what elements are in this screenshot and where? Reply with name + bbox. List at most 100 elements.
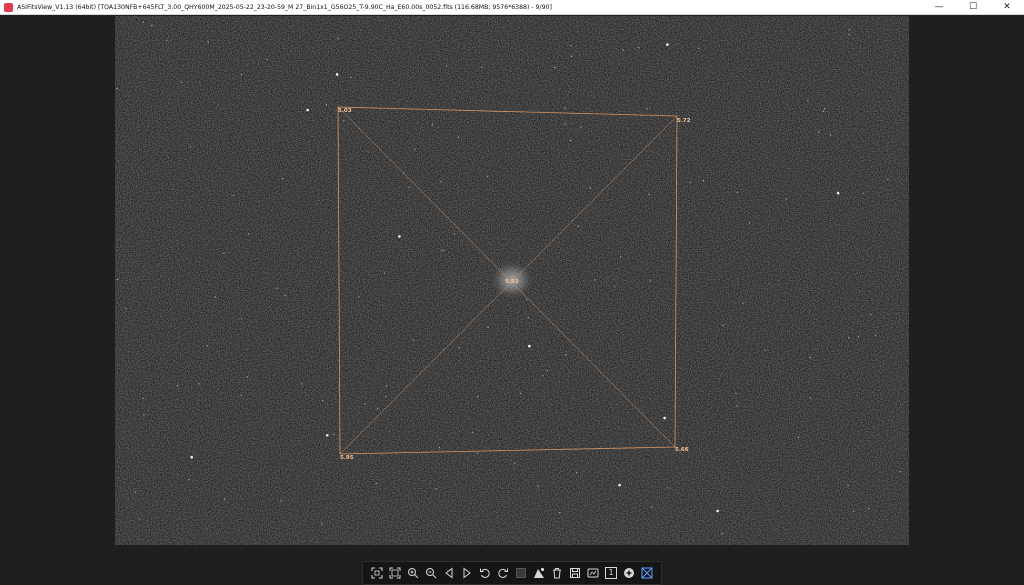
previous-image-button[interactable] <box>441 564 458 582</box>
zoom-out-button[interactable] <box>423 564 440 582</box>
title-bar[interactable]: ASIFitsView_V1.13 (64bit) [TOA130NFB+645… <box>0 0 1024 15</box>
star <box>537 485 539 487</box>
star <box>487 326 489 328</box>
minimize-button[interactable]: — <box>922 0 956 15</box>
star <box>576 472 578 474</box>
rotate-right-button[interactable] <box>495 564 512 582</box>
star <box>198 383 200 385</box>
star <box>698 47 700 49</box>
window-title: ASIFitsView_V1.13 (64bit) [TOA130NFB+645… <box>17 3 552 11</box>
star <box>618 483 621 487</box>
star <box>337 37 339 39</box>
star <box>232 194 234 196</box>
star <box>458 347 460 349</box>
export-icon <box>587 568 599 578</box>
star <box>797 436 800 438</box>
star <box>559 512 561 514</box>
star <box>180 81 182 83</box>
rotate-right-icon <box>498 568 508 578</box>
one-to-one-icon: 1 <box>605 567 617 579</box>
star <box>722 324 724 326</box>
star <box>887 178 889 180</box>
star-detect-button[interactable] <box>621 564 638 582</box>
hfr-map-button[interactable] <box>639 564 656 582</box>
histogram-button[interactable] <box>531 564 548 582</box>
fit-to-window-button[interactable] <box>369 564 386 582</box>
star <box>207 41 209 43</box>
star <box>321 523 323 525</box>
star <box>836 191 840 195</box>
star <box>398 235 401 238</box>
star <box>622 49 624 51</box>
star <box>481 66 483 68</box>
star <box>570 55 572 58</box>
star <box>435 488 437 490</box>
star <box>580 126 582 128</box>
star <box>240 73 243 76</box>
one-to-one-button[interactable]: 1 <box>603 564 620 582</box>
star <box>749 222 751 224</box>
star <box>457 136 459 138</box>
maximize-button[interactable]: ☐ <box>956 0 990 15</box>
star <box>375 482 377 484</box>
actual-size-button[interactable] <box>387 564 404 582</box>
star <box>666 43 669 46</box>
star <box>151 24 153 26</box>
star <box>564 123 566 125</box>
star <box>322 400 324 402</box>
save-button[interactable] <box>567 564 584 582</box>
star <box>809 397 812 399</box>
rotate-left-button[interactable] <box>477 564 494 582</box>
export-button[interactable] <box>585 564 602 582</box>
star <box>564 107 566 109</box>
image-canvas[interactable]: 5.03 5.72 5.95 5.66 5.53 <box>115 16 909 545</box>
star <box>443 249 445 252</box>
star <box>663 416 666 420</box>
star <box>325 434 329 437</box>
star <box>594 279 596 281</box>
star <box>190 455 193 459</box>
app-icon <box>4 2 13 12</box>
star <box>440 250 442 252</box>
star <box>823 108 826 110</box>
star <box>240 318 242 320</box>
star <box>646 108 649 110</box>
star <box>248 233 250 235</box>
close-button[interactable]: ✕ <box>990 0 1024 15</box>
fit-to-window-icon <box>371 567 383 579</box>
previous-image-icon <box>445 567 453 579</box>
fits-image[interactable]: 5.03 5.72 5.95 5.66 5.53 <box>115 16 909 545</box>
delete-button[interactable] <box>549 564 566 582</box>
star <box>520 392 522 394</box>
star <box>899 470 901 473</box>
star <box>736 191 738 193</box>
star <box>614 286 616 288</box>
zoom-in-button[interactable] <box>405 564 422 582</box>
star <box>570 45 572 47</box>
star <box>830 134 832 136</box>
star <box>142 21 145 23</box>
image-viewer[interactable]: 5.03 5.72 5.95 5.66 5.53 1 <box>0 15 1024 585</box>
hfr-label-bottom-left: 5.95 <box>340 455 354 461</box>
star <box>526 299 528 301</box>
hfr-label-bottom-right: 5.66 <box>675 447 689 453</box>
star <box>333 433 335 435</box>
star <box>667 487 669 489</box>
star <box>716 509 719 513</box>
star <box>528 344 531 348</box>
star <box>240 394 242 396</box>
star <box>472 432 474 434</box>
star <box>282 178 284 180</box>
histogram-icon <box>534 567 545 578</box>
next-image-button[interactable] <box>459 564 476 582</box>
hfr-label-top-left: 5.03 <box>338 108 352 114</box>
star <box>335 73 339 76</box>
stretch-button[interactable] <box>513 564 530 582</box>
star <box>343 120 345 122</box>
star <box>542 375 544 377</box>
star <box>383 272 385 274</box>
star <box>651 506 653 508</box>
star <box>487 175 489 177</box>
star <box>408 186 410 188</box>
star <box>514 462 516 464</box>
